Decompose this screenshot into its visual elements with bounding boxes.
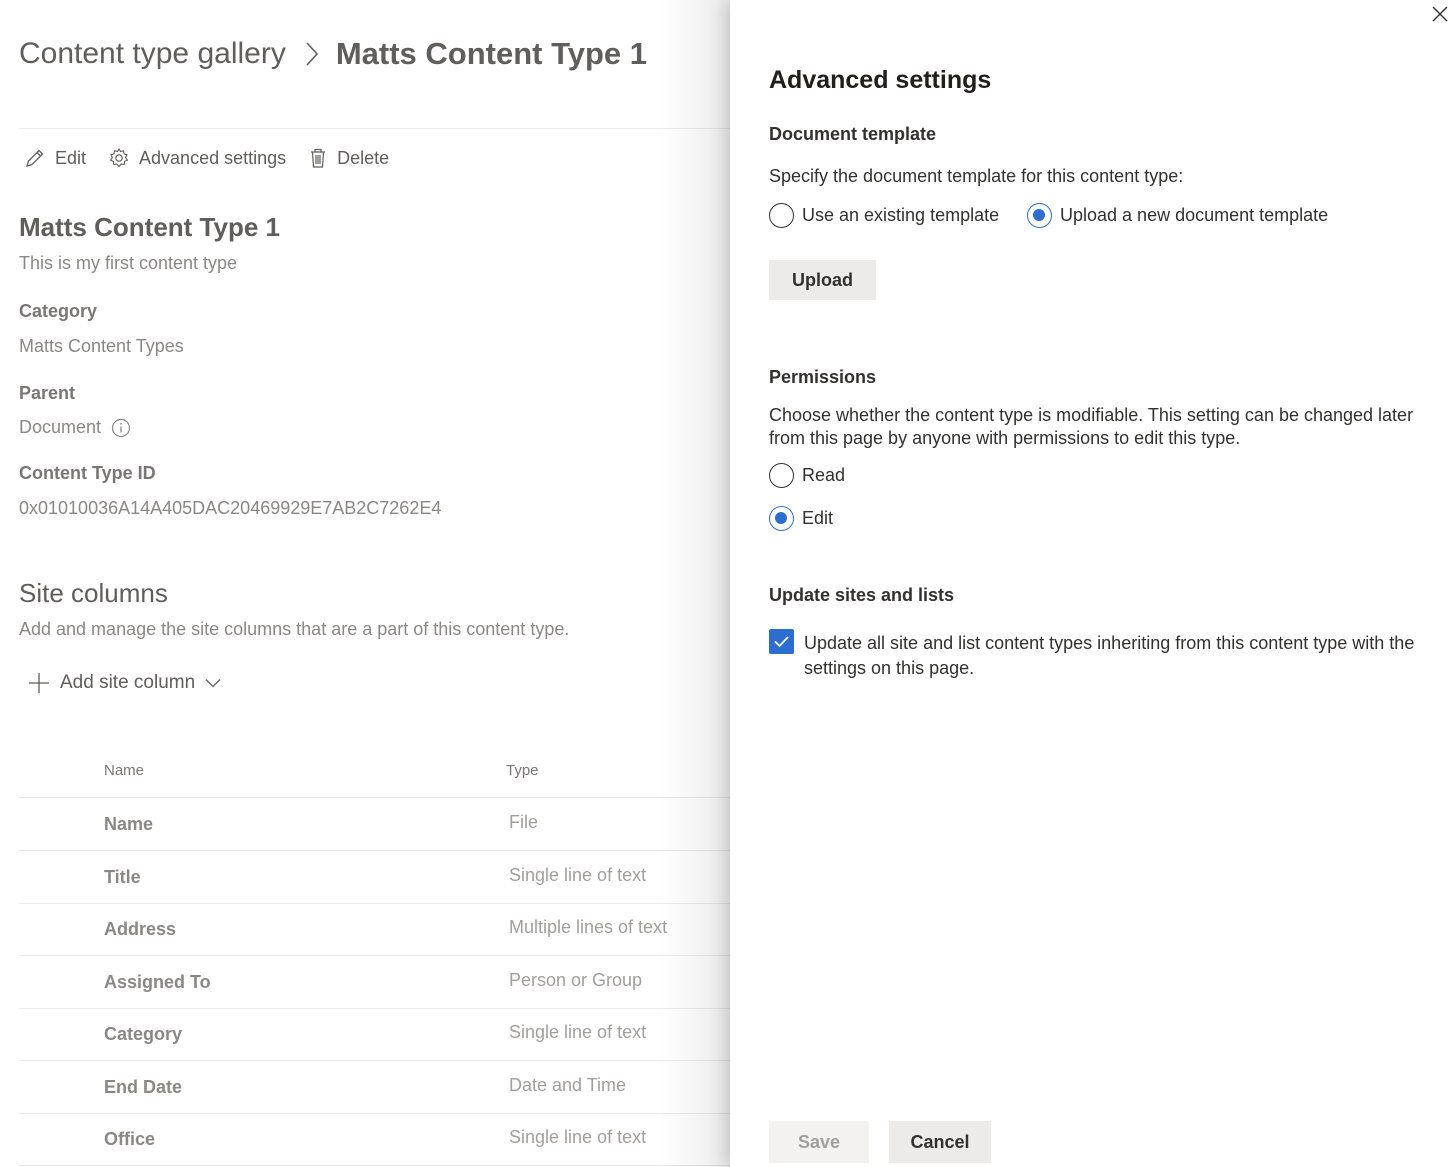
row-name: End Date	[104, 1077, 183, 1097]
upload-button[interactable]: Upload	[769, 260, 876, 300]
info-icon[interactable]	[111, 418, 131, 438]
chevron-down-icon	[205, 679, 221, 688]
row-type: Single line of text	[509, 1127, 647, 1147]
checkmark-icon	[774, 636, 789, 648]
save-button[interactable]: Save	[769, 1121, 869, 1163]
radio-label: Edit	[802, 508, 834, 528]
row-name: Title	[104, 867, 141, 887]
row-name: Office	[104, 1129, 156, 1149]
content-type-id-label: Content Type ID	[19, 463, 156, 483]
update-sites-heading: Update sites and lists	[769, 585, 955, 605]
command-bar: Edit Advanced settings Delete	[24, 144, 411, 172]
close-icon	[1432, 6, 1448, 22]
row-name: Name	[104, 814, 154, 834]
radio-circle	[769, 463, 794, 488]
radio-label: Read	[802, 465, 846, 485]
document-template-prompt: Specify the document template for this c…	[769, 166, 1184, 186]
update-inheriting-checkbox[interactable]	[769, 629, 794, 654]
update-inheriting-label[interactable]: Update all site and list content types i…	[804, 631, 1424, 681]
row-name: Category	[104, 1024, 183, 1044]
site-columns-table-header: Name Type	[19, 760, 739, 798]
row-type: Date and Time	[509, 1075, 627, 1095]
edit-label: Edit	[55, 147, 87, 168]
radio-label: Upload a new document template	[1060, 205, 1329, 225]
advanced-settings-panel: Advanced settings Document template Spec…	[730, 0, 1454, 1167]
column-header-name[interactable]: Name	[104, 762, 144, 779]
chevron-right-icon	[304, 40, 320, 68]
document-template-heading: Document template	[769, 124, 937, 144]
category-value: Matts Content Types	[19, 336, 184, 357]
site-columns-title: Site columns	[19, 578, 168, 608]
cancel-button[interactable]: Cancel	[889, 1121, 991, 1163]
row-type: Person or Group	[509, 970, 643, 990]
advanced-settings-button[interactable]: Advanced settings	[108, 147, 286, 169]
radio-permission-edit[interactable]: Edit	[769, 506, 833, 531]
row-name: Address	[104, 919, 177, 939]
radio-upload-new-template[interactable]: Upload a new document template	[1027, 203, 1328, 228]
add-site-column-button[interactable]: Add site column	[28, 672, 221, 694]
row-type: Single line of text	[509, 1022, 647, 1042]
radio-label: Use an existing template	[802, 205, 1000, 225]
table-row[interactable]: Assigned To Person or Group	[19, 956, 739, 1009]
radio-use-existing-template[interactable]: Use an existing template	[769, 203, 999, 228]
panel-title: Advanced settings	[769, 66, 992, 94]
permissions-heading: Permissions	[769, 367, 877, 387]
advanced-settings-label: Advanced settings	[139, 147, 287, 168]
row-type: Multiple lines of text	[509, 917, 668, 937]
row-name: Assigned To	[104, 972, 211, 992]
category-label: Category	[19, 301, 98, 321]
delete-button[interactable]: Delete	[308, 147, 389, 169]
close-button[interactable]	[1430, 4, 1450, 24]
row-type: Single line of text	[509, 865, 647, 885]
radio-circle-selected	[769, 506, 794, 531]
add-site-column-label: Add site column	[60, 672, 196, 693]
content-type-description: This is my first content type	[19, 253, 238, 273]
plus-icon	[29, 673, 49, 693]
table-row[interactable]: Category Single line of text	[19, 1008, 739, 1061]
parent-label: Parent	[19, 383, 76, 403]
table-row[interactable]: Office Single line of text	[19, 1113, 739, 1166]
site-columns-description: Add and manage the site columns that are…	[19, 619, 570, 639]
delete-label: Delete	[337, 147, 390, 168]
edit-button[interactable]: Edit	[24, 147, 86, 169]
divider	[19, 128, 739, 129]
trash-icon	[311, 148, 326, 168]
panel-shadow	[660, 0, 730, 1167]
breadcrumb-current: Matts Content Type 1	[335, 36, 647, 71]
breadcrumb-root-link[interactable]: Content type gallery	[19, 37, 286, 71]
category-text: Matts Content Types	[19, 336, 184, 356]
table-row[interactable]: Name File	[19, 798, 739, 851]
row-type: File	[509, 812, 539, 832]
content-type-id-value: 0x01010036A14A405DAC20469929E7AB2C7262E4	[19, 498, 441, 519]
radio-permission-read[interactable]: Read	[769, 463, 845, 488]
table-row[interactable]: Title Single line of text	[19, 851, 739, 904]
content-type-title: Matts Content Type 1	[19, 212, 280, 242]
radio-circle-selected	[1027, 203, 1052, 228]
breadcrumb: Content type gallery Matts Content Type …	[19, 36, 647, 72]
column-header-type[interactable]: Type	[506, 762, 539, 779]
pencil-icon	[26, 149, 44, 167]
gear-icon	[109, 147, 129, 168]
permissions-prompt: Choose whether the content type is modif…	[769, 405, 1414, 448]
table-row[interactable]: End Date Date and Time	[19, 1061, 739, 1114]
table-row[interactable]: Address Multiple lines of text	[19, 903, 739, 956]
content-type-id-text: 0x01010036A14A405DAC20469929E7AB2C7262E4	[19, 498, 442, 518]
parent-text: Document	[19, 417, 102, 437]
radio-circle	[769, 203, 794, 228]
parent-value: Document	[19, 417, 131, 438]
